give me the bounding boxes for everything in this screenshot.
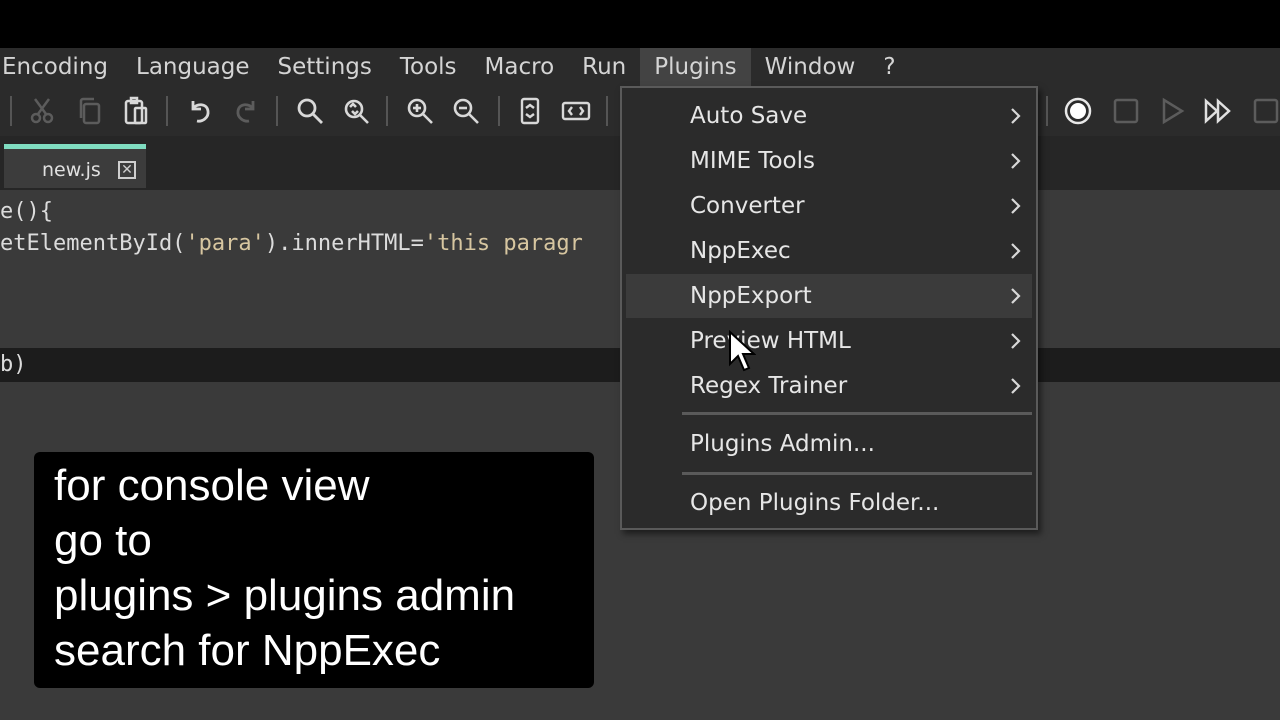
menu-macro[interactable]: Macro xyxy=(471,48,569,86)
code-line: b) xyxy=(0,349,27,381)
close-icon[interactable]: ✕ xyxy=(118,161,136,179)
run-macro-multiple-icon[interactable] xyxy=(1202,95,1234,127)
caption-line: search for NppExec xyxy=(54,626,441,675)
menu-item-label: Converter xyxy=(690,193,805,219)
chevron-right-icon xyxy=(1011,378,1021,394)
menu-window[interactable]: Window xyxy=(751,48,870,86)
chevron-right-icon xyxy=(1011,198,1021,214)
chevron-right-icon xyxy=(1011,153,1021,169)
menu-divider xyxy=(682,412,1032,415)
menu-settings[interactable]: Settings xyxy=(264,48,386,86)
menu-item-label: Preview HTML xyxy=(690,328,851,354)
menu-bar: Encoding Language Settings Tools Macro R… xyxy=(0,48,1280,86)
menu-encoding[interactable]: Encoding xyxy=(0,48,122,86)
code-text: e(){ xyxy=(0,199,53,224)
chevron-right-icon xyxy=(1011,243,1021,259)
toolbar-separator xyxy=(166,96,168,126)
replace-icon[interactable] xyxy=(340,95,372,127)
toolbar-separator xyxy=(498,96,500,126)
plugins-dropdown-menu: Auto Save MIME Tools Converter NppExec N… xyxy=(620,86,1038,530)
toolbar-separator xyxy=(10,96,12,126)
tab-label: new.js xyxy=(42,159,101,181)
code-text: b) xyxy=(0,352,27,377)
chevron-right-icon xyxy=(1011,288,1021,304)
code-line: etElementById('para').innerHTML='this pa… xyxy=(0,228,583,260)
code-text: ).innerHTML= xyxy=(264,231,424,256)
sync-vertical-icon[interactable] xyxy=(514,95,546,127)
code-text: etElementById( xyxy=(0,231,186,256)
menu-item-auto-save[interactable]: Auto Save xyxy=(626,94,1032,138)
toolbar-separator xyxy=(276,96,278,126)
toolbar-separator xyxy=(1046,96,1048,126)
sync-horizontal-icon[interactable] xyxy=(560,95,592,127)
menu-item-label: Auto Save xyxy=(690,103,808,129)
toolbar-separator xyxy=(606,96,608,126)
instruction-caption: for console view go to plugins > plugins… xyxy=(34,452,594,688)
menu-item-label: Regex Trainer xyxy=(690,373,848,399)
paste-icon[interactable] xyxy=(120,95,152,127)
menu-language[interactable]: Language xyxy=(122,48,264,86)
chevron-right-icon xyxy=(1011,333,1021,349)
play-macro-icon[interactable] xyxy=(1156,95,1188,127)
menu-item-open-plugins-folder[interactable]: Open Plugins Folder... xyxy=(626,481,1032,525)
menu-item-label: Plugins Admin... xyxy=(690,431,875,457)
menu-item-preview-html[interactable]: Preview HTML xyxy=(626,319,1032,363)
caption-line: for console view xyxy=(54,461,370,510)
menu-item-plugins-admin[interactable]: Plugins Admin... xyxy=(626,422,1032,466)
code-string: 'this paragr xyxy=(423,231,583,256)
stop-macro-icon[interactable] xyxy=(1110,95,1142,127)
menu-item-label: NppExport xyxy=(690,283,812,309)
menu-divider xyxy=(682,472,1032,475)
record-macro-icon[interactable] xyxy=(1062,95,1094,127)
menu-plugins[interactable]: Plugins xyxy=(640,48,751,86)
menu-help[interactable]: ? xyxy=(869,48,909,86)
zoom-out-icon[interactable] xyxy=(450,95,482,127)
toolbar-separator xyxy=(386,96,388,126)
caption-line: plugins > plugins admin xyxy=(54,571,516,620)
video-top-band xyxy=(0,0,1280,48)
zoom-in-icon[interactable] xyxy=(404,95,436,127)
menu-run[interactable]: Run xyxy=(568,48,640,86)
menu-item-regex-trainer[interactable]: Regex Trainer xyxy=(626,364,1032,408)
redo-icon[interactable] xyxy=(230,95,262,127)
undo-icon[interactable] xyxy=(184,95,216,127)
menu-tools[interactable]: Tools xyxy=(386,48,471,86)
code-string: 'para' xyxy=(185,231,265,256)
chevron-right-icon xyxy=(1011,108,1021,124)
copy-icon[interactable] xyxy=(74,95,106,127)
mouse-pointer-icon xyxy=(729,330,756,372)
menu-item-label: NppExec xyxy=(690,238,791,264)
menu-item-converter[interactable]: Converter xyxy=(626,184,1032,228)
caption-line: go to xyxy=(54,516,152,565)
tab-new-js[interactable]: new.js ✕ xyxy=(4,144,146,188)
menu-item-nppexport[interactable]: NppExport xyxy=(626,274,1032,318)
save-macro-icon[interactable] xyxy=(1250,95,1280,127)
menu-item-nppexec[interactable]: NppExec xyxy=(626,229,1032,273)
menu-item-label: Open Plugins Folder... xyxy=(690,490,940,516)
menu-item-label: MIME Tools xyxy=(690,148,815,174)
menu-item-mime-tools[interactable]: MIME Tools xyxy=(626,139,1032,183)
find-icon[interactable] xyxy=(294,95,326,127)
cut-icon[interactable] xyxy=(26,95,58,127)
code-line: e(){ xyxy=(0,196,53,228)
